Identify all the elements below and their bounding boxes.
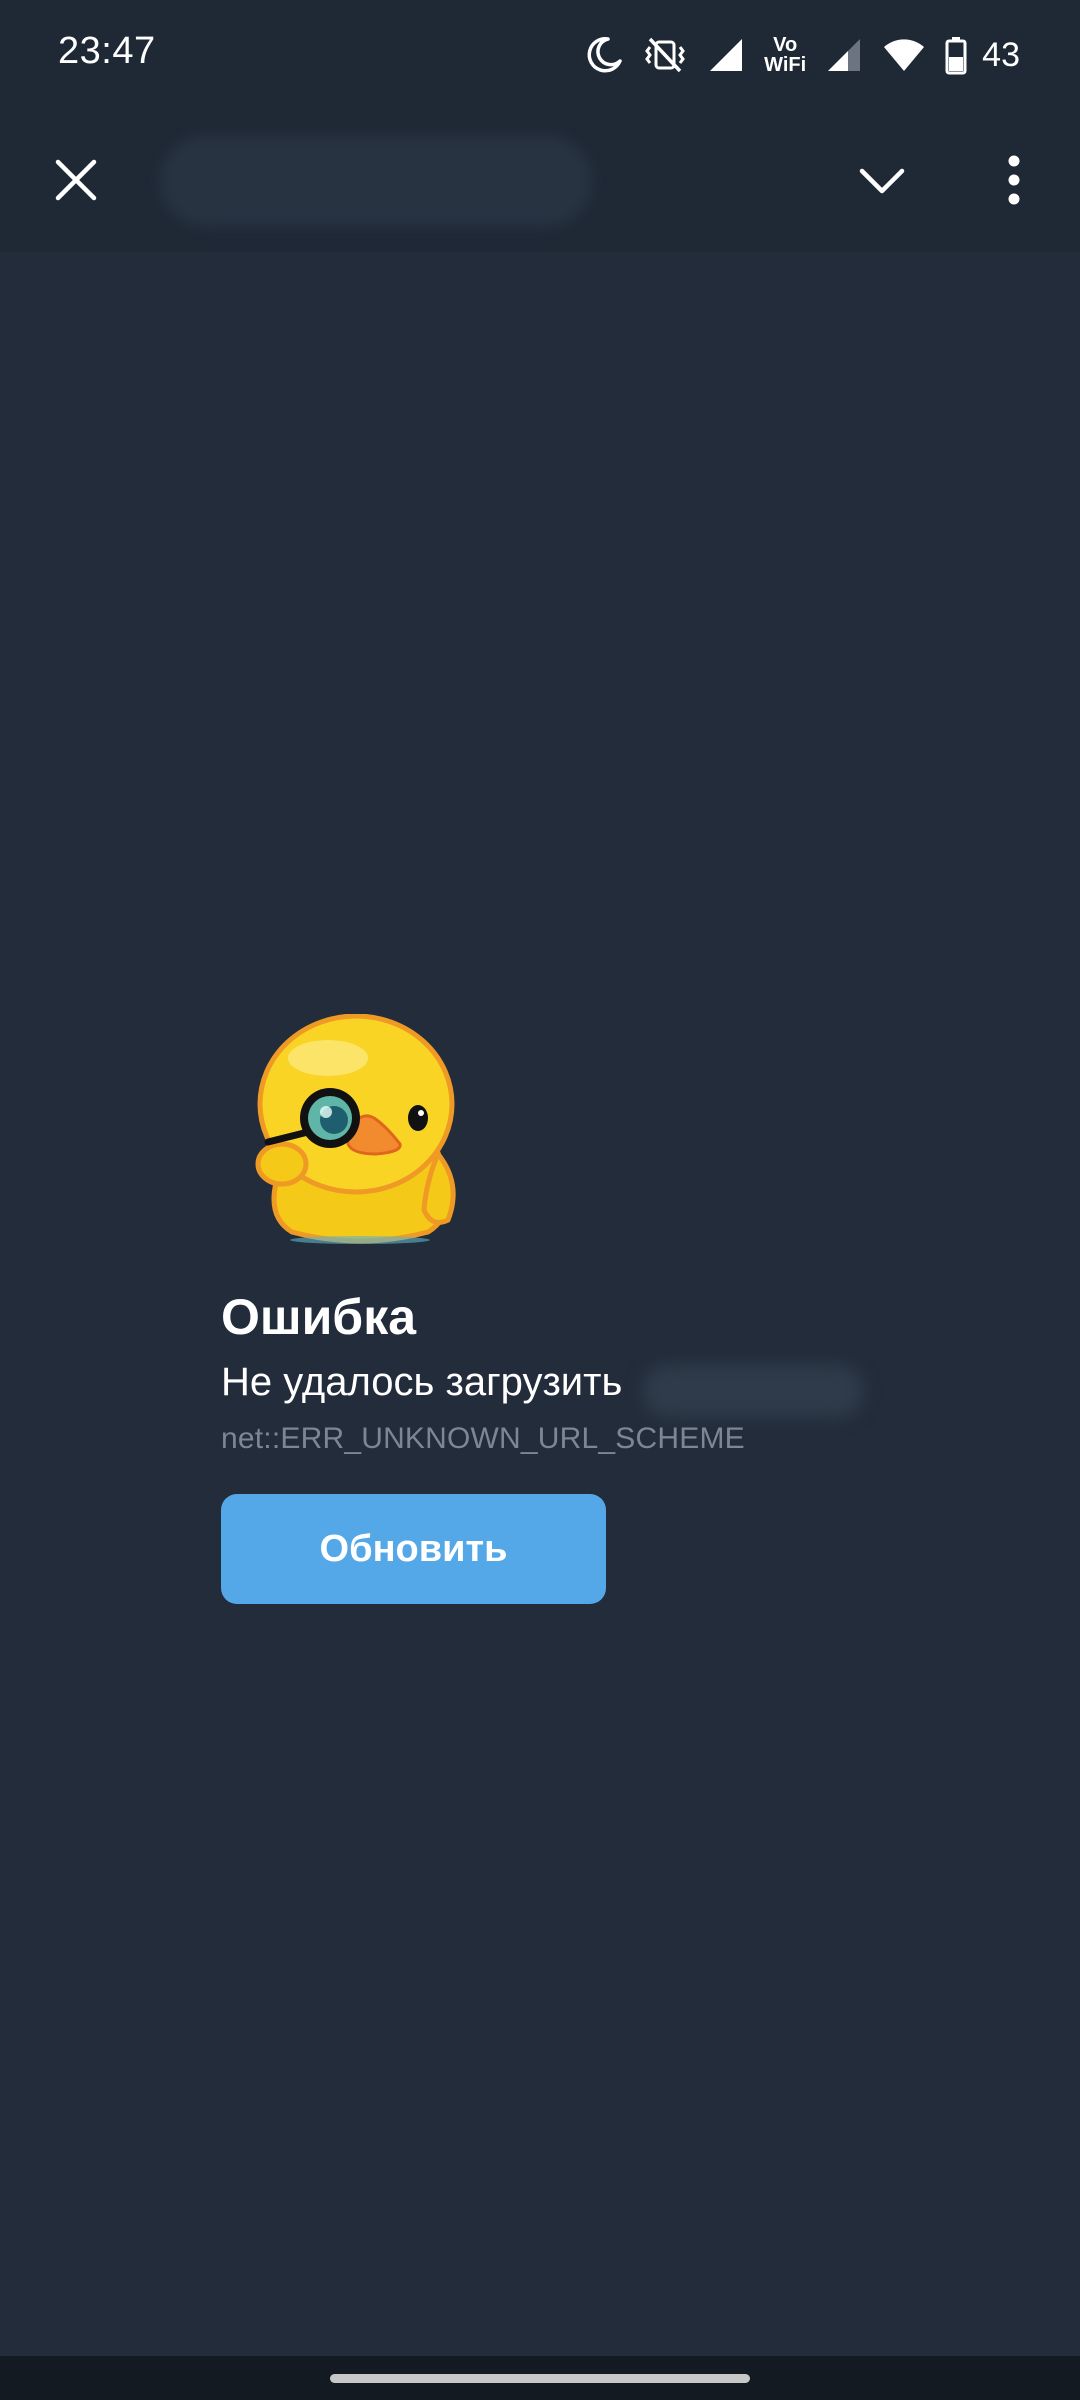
toolbar [0, 110, 1080, 252]
redacted-url [642, 1364, 864, 1418]
more-options-button[interactable] [978, 146, 1050, 218]
home-gesture-handle[interactable] [330, 2374, 750, 2383]
close-button[interactable] [40, 146, 112, 218]
status-time: 23:47 [58, 30, 156, 72]
navigation-bar [0, 2356, 1080, 2400]
collapse-button[interactable] [846, 146, 918, 218]
status-bar: 23:47 Vo WiFi 43 [0, 0, 1080, 110]
error-message: Не удалось загрузить [221, 1360, 623, 1404]
more-vertical-icon [1007, 155, 1021, 210]
moon-icon [584, 35, 624, 75]
battery-percentage: 43 [982, 35, 1020, 74]
error-content: Ошибка Не удалось загрузить net::ERR_UNK… [0, 252, 1080, 2356]
vowifi-bottom-label: WiFi [764, 54, 807, 76]
vowifi-top-label: Vo [773, 34, 798, 56]
battery-icon [944, 35, 968, 75]
status-icons: Vo WiFi 43 [584, 28, 1020, 82]
cell-signal-icon [706, 35, 746, 75]
duck-sticker [252, 1013, 468, 1244]
error-code: net::ERR_UNKNOWN_URL_SCHEME [221, 1422, 745, 1455]
screen: 23:47 Vo WiFi 43 Ошибка Не удалось загру… [0, 0, 1080, 2400]
close-icon [54, 158, 98, 207]
refresh-button[interactable]: Обновить [221, 1494, 606, 1604]
vibrate-off-icon [642, 35, 688, 75]
cell-signal-2-icon [824, 35, 864, 75]
error-title: Ошибка [221, 1289, 417, 1345]
redacted-title [160, 136, 592, 226]
wifi-icon [882, 35, 926, 75]
chevron-down-icon [858, 165, 906, 200]
vowifi-icon: Vo WiFi [764, 35, 806, 75]
